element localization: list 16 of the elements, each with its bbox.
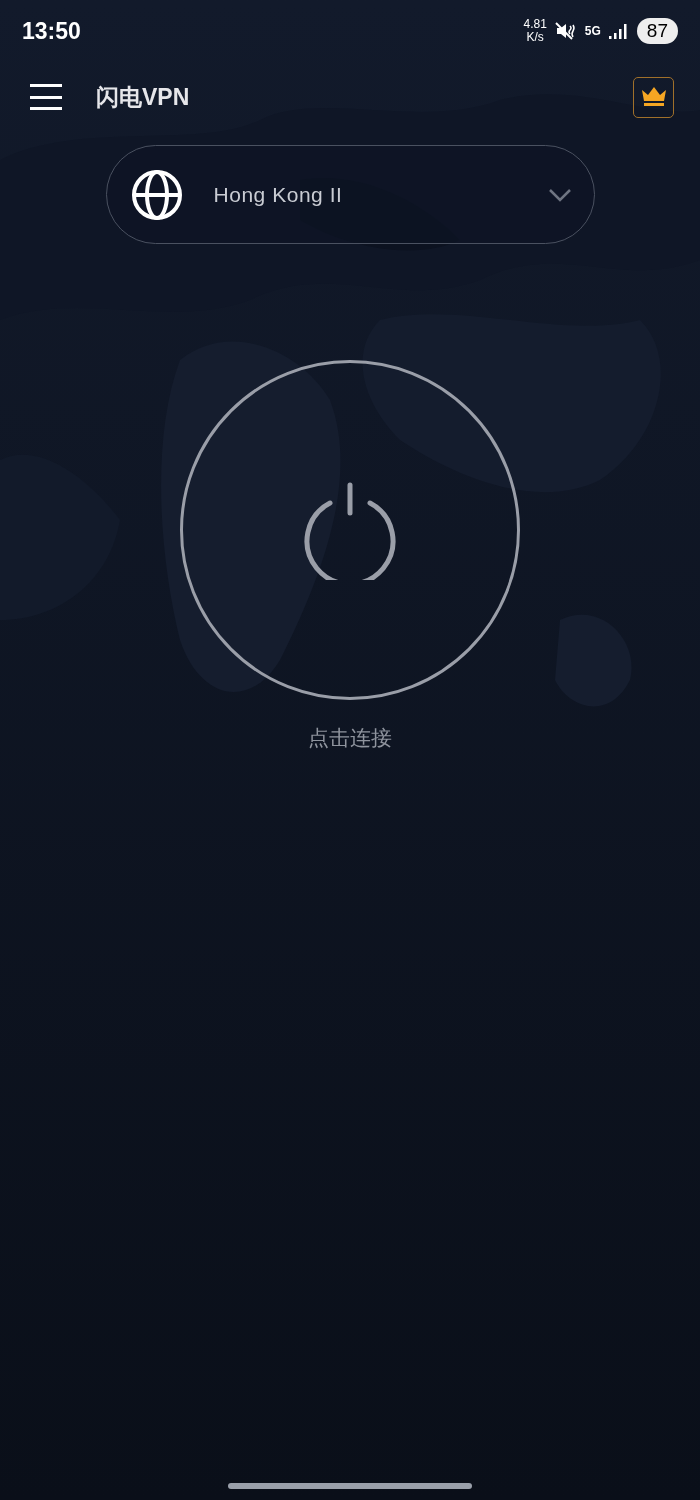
signal-icon: [608, 23, 629, 39]
mute-icon: [554, 21, 577, 41]
globe-icon: [130, 168, 183, 221]
network-speed: 4.81: [523, 18, 547, 31]
chevron-down-icon: [547, 187, 572, 202]
server-selector[interactable]: Hong Kong II: [105, 145, 595, 244]
battery-level: 87: [636, 18, 678, 44]
power-button[interactable]: [180, 360, 520, 700]
status-time: 13:50: [22, 16, 81, 46]
app-title: 闪电VPN: [96, 82, 191, 112]
network-type: 5G: [584, 23, 601, 40]
crown-icon: [640, 86, 667, 108]
connect-hint: 点击连接: [308, 725, 392, 751]
network-speed-unit: K/s: [526, 31, 544, 44]
menu-button[interactable]: [30, 84, 62, 110]
premium-button[interactable]: [633, 76, 674, 118]
